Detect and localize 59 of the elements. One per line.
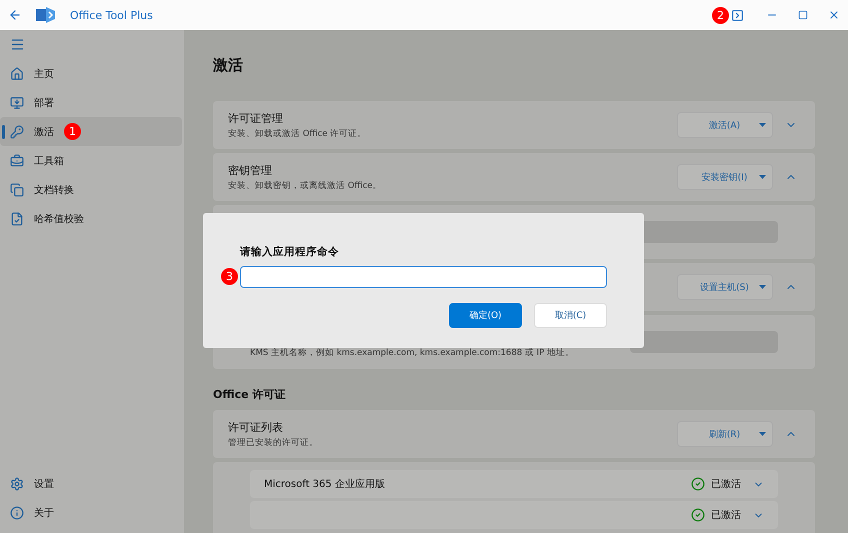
sidebar-label: 哈希值校验 [34,212,84,226]
sidebar-item[interactable]: 部署 [0,88,182,117]
sidebar-item[interactable]: 激活 1 [0,117,182,146]
card-title: 密钥管理 [228,162,273,178]
section-heading: Office 许可证 [213,387,286,402]
back-icon[interactable] [8,8,22,22]
sidebar-label: 文档转换 [34,184,74,196]
app-logo-icon [36,6,56,24]
card-title: 许可证列表 [228,420,284,434]
cancel-button[interactable]: 取消(C) [534,303,607,328]
console-icon[interactable] [731,8,744,22]
window-title: Office Tool Plus [70,8,153,22]
license-status: 已激活 [711,509,741,522]
settings-icon [10,476,24,490]
toolbox-icon [10,154,24,168]
sidebar-item[interactable]: 文档转换 [0,175,182,204]
license-status: 已激活 [711,478,741,491]
sidebar-item[interactable]: 主页 [0,59,182,88]
number-badge: 2 [712,6,729,24]
sidebar-item[interactable]: 工具箱 [0,146,182,175]
caret-icon [759,175,766,179]
maximize-icon[interactable] [798,10,808,20]
file-check-icon [10,212,24,226]
card-title: 许可证管理 [228,110,284,126]
check-circle-icon [691,508,705,522]
sidebar-label: 设置 [34,478,54,490]
caret-icon [759,432,766,436]
sidebar-label: 关于 [34,506,54,520]
sidebar-label: 部署 [34,96,54,110]
sidebar-label: 工具箱 [34,154,64,168]
page-title: 激活 [213,56,244,75]
key-icon [10,124,24,138]
number-badge: 3 [221,268,238,285]
text-field[interactable] [630,331,778,353]
info-icon [10,506,24,520]
home-icon [10,66,24,80]
sidebar-label: 主页 [34,68,54,80]
caret-icon [759,123,766,127]
card-description: 安装、卸载密钥，或离线激活 Office。 [228,180,383,192]
check-circle-icon [691,477,705,491]
ok-button[interactable]: 确定(O) [449,303,522,328]
card-description: 安装、卸载或激活 Office 许可证。 [228,128,368,140]
license-name: Microsoft 365 企业应用版 [264,478,385,491]
menu-icon[interactable] [10,37,25,52]
monitor-download-icon [10,96,24,110]
field-description: KMS 主机名称，例如 kms.example.com, kms.example.com:1688 或 IP 地址。 [250,347,574,359]
number-badge: 1 [64,123,81,140]
license-row[interactable]: Microsoft 365 企业应用版 已激活 [250,470,778,498]
sidebar-item[interactable]: 关于 [0,498,182,527]
card-description: 管理已安装的许可证。 [228,436,319,448]
sidebar-item[interactable]: 哈希值校验 [0,204,182,233]
dialog-title: 请输入应用程序命令 [240,245,340,259]
license-row[interactable]: 已激活 [250,501,778,529]
sidebar-item[interactable]: 设置 [0,469,182,498]
copy-icon [10,182,24,196]
close-icon[interactable] [828,9,840,21]
caret-icon [759,285,766,289]
command-input-field[interactable] [240,266,607,288]
sidebar-label: 激活 [34,126,54,138]
